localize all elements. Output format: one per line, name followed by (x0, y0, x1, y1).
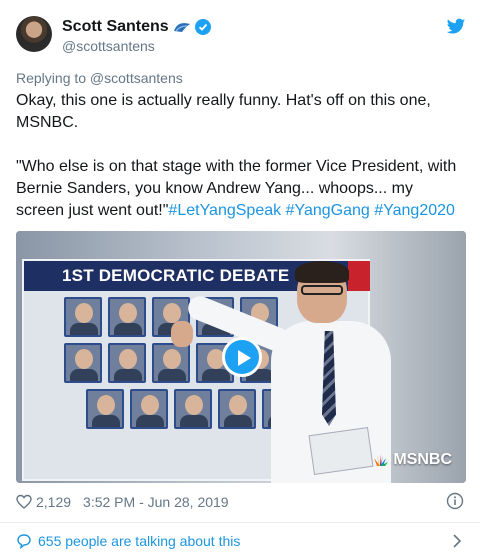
like-count[interactable]: 2,129 (36, 494, 71, 510)
video-player[interactable]: 1ST DEMOCRATIC DEBATE QU MSNBC (16, 231, 466, 483)
conversation-link[interactable]: 655 people are talking about this (16, 530, 466, 552)
candidate-photo (108, 297, 146, 337)
talking-count[interactable]: 655 people are talking about this (38, 533, 240, 549)
author-name[interactable]: Scott Santens (62, 18, 169, 36)
candidate-photo (130, 389, 168, 429)
candidate-photo (152, 343, 190, 383)
candidate-photo (174, 389, 212, 429)
comment-icon (17, 534, 31, 549)
replying-to[interactable]: Replying to @scottsantens (16, 70, 183, 86)
anchor-hair (295, 261, 349, 283)
tweet-text: Okay, this one is actually really funny.… (16, 90, 462, 222)
network-logo: MSNBC (371, 451, 452, 469)
avatar[interactable] (16, 16, 52, 52)
network-name: MSNBC (393, 451, 452, 468)
tweet-meta: 2,129 3:52 PM - Jun 28, 2019 (16, 492, 466, 512)
hashtag-link[interactable]: #Yang2020 (374, 202, 455, 219)
anchor-hand (171, 321, 193, 347)
peacock-icon (374, 454, 389, 466)
divider (0, 522, 480, 523)
verified-badge-icon (194, 19, 211, 35)
play-icon (238, 350, 251, 366)
author-name-row[interactable]: Scott Santens (62, 18, 211, 36)
author-handle[interactable]: @scottsantens (62, 38, 155, 54)
candidate-photo (64, 297, 102, 337)
anchor-tablet (308, 427, 374, 475)
tweet-paragraph: Okay, this one is actually really funny.… (16, 92, 431, 131)
chevron-right-icon[interactable] (452, 533, 462, 549)
anchor-glasses (301, 285, 343, 295)
candidate-photo (218, 389, 256, 429)
heart-icon[interactable] (16, 494, 32, 510)
play-button[interactable] (222, 337, 262, 377)
timestamp[interactable]: 3:52 PM - Jun 28, 2019 (83, 494, 229, 510)
candidate-photo (86, 389, 124, 429)
candidate-photo (108, 343, 146, 383)
hashtag-link[interactable]: #YangGang (286, 202, 370, 219)
news-anchor (171, 261, 391, 483)
tweet-header: Scott Santens @scottsantens (16, 14, 466, 58)
candidate-photo (64, 343, 102, 383)
hashtag-link[interactable]: #LetYangSpeak (168, 202, 281, 219)
blue-wave-emoji-icon (173, 23, 190, 32)
tweet-quote: "Who else is on that stage with the form… (16, 156, 462, 222)
twitter-bird-icon[interactable] (446, 18, 466, 36)
info-icon[interactable] (446, 492, 464, 510)
